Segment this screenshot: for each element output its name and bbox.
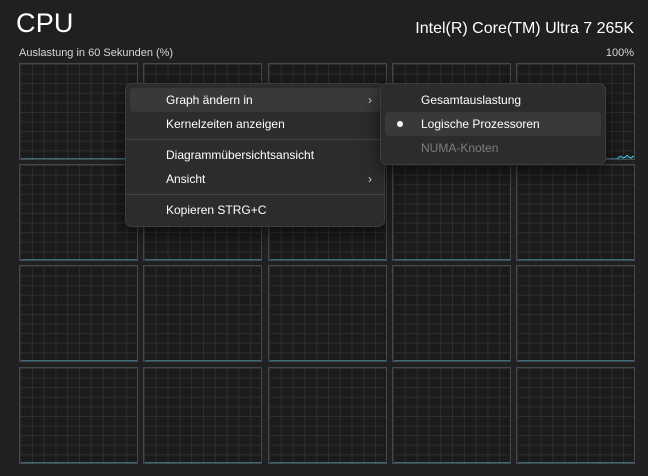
core-graph-line-10 — [21, 360, 138, 362]
core-graph-19 — [516, 366, 635, 464]
menu-separator — [126, 194, 384, 195]
submenu-item-label: Gesamtauslastung — [421, 93, 522, 107]
core-graph-17 — [267, 366, 387, 464]
core-graph-12 — [267, 265, 387, 363]
submenu-item-label: NUMA-Knoten — [421, 141, 499, 155]
core-graph-line-0 — [21, 158, 138, 160]
menu-item-label: Kopieren STRG+C — [166, 203, 267, 217]
submenu-item-overall-utilization[interactable]: Gesamtauslastung — [385, 88, 601, 112]
usage-max-label: 100% — [605, 47, 634, 59]
core-graph-area — [21, 463, 138, 464]
context-menu: Graph ändern in › Kernelzeiten anzeigen … — [125, 83, 385, 227]
core-graph-line-14 — [518, 360, 635, 362]
usage-axis-label: Auslastung in 60 Sekunden (%) — [19, 47, 174, 59]
core-graph-area — [270, 260, 387, 261]
menu-item-view[interactable]: Ansicht › — [130, 167, 380, 191]
core-graph-area — [21, 361, 138, 362]
menu-item-label: Ansicht — [166, 172, 206, 186]
core-graph-area — [394, 260, 511, 261]
core-graph-line-12 — [269, 360, 387, 362]
menu-item-copy[interactable]: Kopieren STRG+C — [130, 198, 380, 222]
core-graph-line-9 — [518, 259, 635, 261]
core-graph-14 — [516, 265, 635, 363]
core-graph-area — [21, 159, 138, 160]
core-graph-15 — [19, 366, 138, 464]
core-graph-area — [145, 361, 262, 362]
core-graph-area — [270, 361, 387, 362]
submenu-item-label: Logische Prozessoren — [421, 117, 540, 131]
core-graph-0 — [19, 63, 138, 160]
core-graph-area — [518, 463, 635, 464]
core-graph-5 — [19, 164, 138, 262]
core-graph-8 — [391, 164, 511, 262]
chevron-right-icon: › — [368, 172, 372, 186]
submenu-item-logical-processors[interactable]: Logische Prozessoren — [385, 112, 601, 136]
chevron-right-icon: › — [368, 93, 372, 107]
core-graph-9 — [516, 164, 635, 262]
core-graph-area — [270, 463, 387, 464]
core-graph-line-13 — [393, 360, 511, 362]
core-graph-line-11 — [145, 360, 262, 362]
core-graph-line-16 — [145, 462, 262, 464]
core-graph-line-19 — [518, 462, 635, 464]
menu-item-label: Graph ändern in — [166, 93, 253, 107]
core-graph-line-17 — [269, 462, 387, 464]
core-graph-area — [394, 361, 511, 362]
core-graph-11 — [143, 265, 263, 363]
core-graph-line-8 — [393, 259, 511, 261]
cpu-model-name: Intel(R) Core(TM) Ultra 7 265K — [415, 20, 634, 37]
core-graph-area — [145, 260, 262, 261]
core-graph-area — [518, 260, 635, 261]
submenu-item-numa-nodes: NUMA-Knoten — [385, 136, 601, 160]
menu-item-label: Kernelzeiten anzeigen — [166, 117, 285, 131]
page-title: CPU — [16, 8, 74, 38]
core-graph-line-5 — [21, 259, 138, 261]
core-graph-10 — [19, 265, 138, 363]
core-graph-area — [394, 463, 511, 464]
selected-bullet-icon — [397, 121, 403, 127]
core-graph-area — [21, 260, 138, 261]
menu-item-label: Diagrammübersichtsansicht — [166, 148, 315, 162]
core-graph-area — [518, 361, 635, 362]
core-graph-13 — [391, 265, 511, 363]
core-graph-16 — [143, 366, 263, 464]
menu-item-show-kernel-times[interactable]: Kernelzeiten anzeigen — [130, 112, 380, 136]
core-graph-line-15 — [21, 462, 138, 464]
menu-item-change-graph[interactable]: Graph ändern in › — [130, 88, 380, 112]
core-graph-18 — [391, 366, 511, 464]
menu-separator — [126, 139, 384, 140]
change-graph-submenu: Gesamtauslastung Logische Prozessoren NU… — [380, 83, 606, 165]
core-graph-line-18 — [393, 462, 511, 464]
menu-item-summary-view[interactable]: Diagrammübersichtsansicht — [130, 143, 380, 167]
core-graph-area — [145, 463, 262, 464]
